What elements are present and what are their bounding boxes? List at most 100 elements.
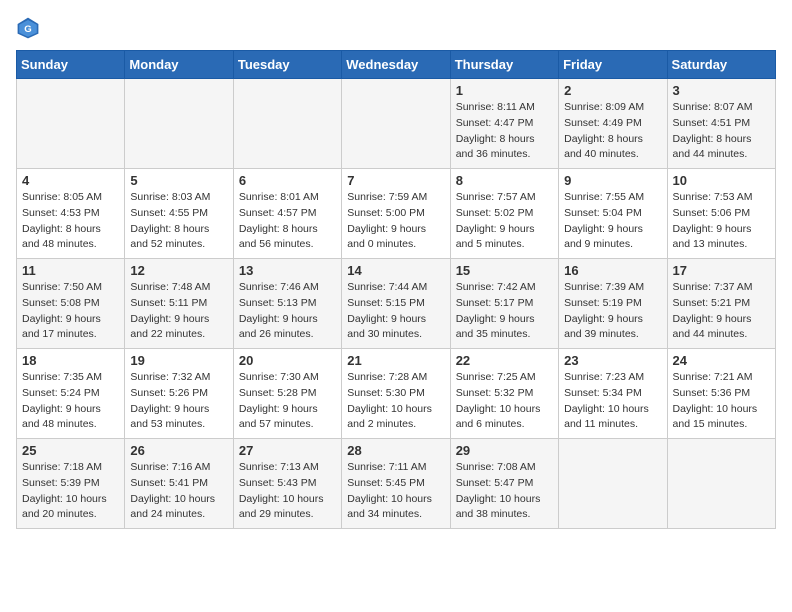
calendar-cell: 22 Sunrise: 7:25 AM Sunset: 5:32 PM Dayli…: [450, 349, 558, 439]
day-number: 20: [239, 353, 336, 368]
calendar-header: SundayMondayTuesdayWednesdayThursdayFrid…: [17, 51, 776, 79]
day-info: Sunrise: 7:57 AM Sunset: 5:02 PM Dayligh…: [456, 190, 553, 253]
calendar-cell: 19 Sunrise: 7:32 AM Sunset: 5:26 PM Dayli…: [125, 349, 233, 439]
calendar-table: SundayMondayTuesdayWednesdayThursdayFrid…: [16, 50, 776, 529]
day-info: Sunrise: 7:42 AM Sunset: 5:17 PM Dayligh…: [456, 280, 553, 343]
day-number: 16: [564, 263, 661, 278]
day-info: Sunrise: 8:01 AM Sunset: 4:57 PM Dayligh…: [239, 190, 336, 253]
calendar-cell: 5 Sunrise: 8:03 AM Sunset: 4:55 PM Daylig…: [125, 169, 233, 259]
calendar-cell: 20 Sunrise: 7:30 AM Sunset: 5:28 PM Dayli…: [233, 349, 341, 439]
day-number: 26: [130, 443, 227, 458]
weekday-header-saturday: Saturday: [667, 51, 775, 79]
day-number: 27: [239, 443, 336, 458]
calendar-cell: 12Sunrise: 7:48 AM Sunset: 5:11 PM Dayli…: [125, 259, 233, 349]
header: G: [16, 16, 776, 40]
calendar-cell: [667, 439, 775, 529]
day-info: Sunrise: 7:39 AM Sunset: 5:19 PM Dayligh…: [564, 280, 661, 343]
day-number: 14: [347, 263, 444, 278]
svg-text:G: G: [24, 24, 31, 35]
calendar-cell: 29 Sunrise: 7:08 AM Sunset: 5:47 PM Dayli…: [450, 439, 558, 529]
day-info: Sunrise: 8:11 AM Sunset: 4:47 PM Dayligh…: [456, 100, 553, 163]
day-number: 28: [347, 443, 444, 458]
calendar-cell: 8 Sunrise: 7:57 AM Sunset: 5:02 PM Daylig…: [450, 169, 558, 259]
calendar-cell: 17 Sunrise: 7:37 AM Sunset: 5:21 PM Dayli…: [667, 259, 775, 349]
day-info: Sunrise: 7:53 AM Sunset: 5:06 PM Dayligh…: [673, 190, 770, 253]
day-info: Sunrise: 7:23 AM Sunset: 5:34 PM Dayligh…: [564, 370, 661, 433]
day-number: 23: [564, 353, 661, 368]
day-number: 11: [22, 263, 119, 278]
day-info: Sunrise: 7:48 AM Sunset: 5:11 PM Dayligh…: [130, 280, 227, 343]
calendar-body: 1 Sunrise: 8:11 AM Sunset: 4:47 PM Daylig…: [17, 79, 776, 529]
weekday-row: SundayMondayTuesdayWednesdayThursdayFrid…: [17, 51, 776, 79]
calendar-cell: 2 Sunrise: 8:09 AM Sunset: 4:49 PM Daylig…: [559, 79, 667, 169]
day-number: 19: [130, 353, 227, 368]
calendar-cell: 27 Sunrise: 7:13 AM Sunset: 5:43 PM Dayli…: [233, 439, 341, 529]
calendar-cell: 11 Sunrise: 7:50 AM Sunset: 5:08 PM Dayli…: [17, 259, 125, 349]
day-number: 5: [130, 173, 227, 188]
logo: G: [16, 16, 44, 40]
calendar-cell: [559, 439, 667, 529]
calendar-cell: 16 Sunrise: 7:39 AM Sunset: 5:19 PM Dayli…: [559, 259, 667, 349]
day-info: Sunrise: 8:09 AM Sunset: 4:49 PM Dayligh…: [564, 100, 661, 163]
calendar-cell: 7 Sunrise: 7:59 AM Sunset: 5:00 PM Daylig…: [342, 169, 450, 259]
weekday-header-sunday: Sunday: [17, 51, 125, 79]
day-info: Sunrise: 8:05 AM Sunset: 4:53 PM Dayligh…: [22, 190, 119, 253]
day-info: Sunrise: 7:35 AM Sunset: 5:24 PM Dayligh…: [22, 370, 119, 433]
calendar-cell: 18Sunrise: 7:35 AM Sunset: 5:24 PM Dayli…: [17, 349, 125, 439]
day-number: 8: [456, 173, 553, 188]
calendar-cell: 14 Sunrise: 7:44 AM Sunset: 5:15 PM Dayli…: [342, 259, 450, 349]
weekday-header-wednesday: Wednesday: [342, 51, 450, 79]
day-info: Sunrise: 7:32 AM Sunset: 5:26 PM Dayligh…: [130, 370, 227, 433]
calendar-cell: 13Sunrise: 7:46 AM Sunset: 5:13 PM Dayli…: [233, 259, 341, 349]
calendar-cell: 9Sunrise: 7:55 AM Sunset: 5:04 PM Daylig…: [559, 169, 667, 259]
day-info: Sunrise: 7:11 AM Sunset: 5:45 PM Dayligh…: [347, 460, 444, 523]
calendar-week-4: 18Sunrise: 7:35 AM Sunset: 5:24 PM Dayli…: [17, 349, 776, 439]
day-info: Sunrise: 7:30 AM Sunset: 5:28 PM Dayligh…: [239, 370, 336, 433]
calendar-cell: 24 Sunrise: 7:21 AM Sunset: 5:36 PM Dayli…: [667, 349, 775, 439]
calendar-week-5: 25 Sunrise: 7:18 AM Sunset: 5:39 PM Dayli…: [17, 439, 776, 529]
calendar-cell: 26Sunrise: 7:16 AM Sunset: 5:41 PM Dayli…: [125, 439, 233, 529]
day-number: 24: [673, 353, 770, 368]
day-number: 4: [22, 173, 119, 188]
day-number: 3: [673, 83, 770, 98]
weekday-header-friday: Friday: [559, 51, 667, 79]
day-number: 21: [347, 353, 444, 368]
day-info: Sunrise: 8:07 AM Sunset: 4:51 PM Dayligh…: [673, 100, 770, 163]
day-info: Sunrise: 7:44 AM Sunset: 5:15 PM Dayligh…: [347, 280, 444, 343]
calendar-cell: 28 Sunrise: 7:11 AM Sunset: 5:45 PM Dayli…: [342, 439, 450, 529]
day-number: 2: [564, 83, 661, 98]
day-info: Sunrise: 7:59 AM Sunset: 5:00 PM Dayligh…: [347, 190, 444, 253]
day-info: Sunrise: 7:28 AM Sunset: 5:30 PM Dayligh…: [347, 370, 444, 433]
day-number: 22: [456, 353, 553, 368]
calendar-cell: [125, 79, 233, 169]
calendar-cell: [342, 79, 450, 169]
day-info: Sunrise: 7:21 AM Sunset: 5:36 PM Dayligh…: [673, 370, 770, 433]
calendar-cell: 10Sunrise: 7:53 AM Sunset: 5:06 PM Dayli…: [667, 169, 775, 259]
calendar-cell: 6 Sunrise: 8:01 AM Sunset: 4:57 PM Daylig…: [233, 169, 341, 259]
calendar-cell: [17, 79, 125, 169]
weekday-header-thursday: Thursday: [450, 51, 558, 79]
calendar-cell: 1 Sunrise: 8:11 AM Sunset: 4:47 PM Daylig…: [450, 79, 558, 169]
weekday-header-tuesday: Tuesday: [233, 51, 341, 79]
day-info: Sunrise: 7:37 AM Sunset: 5:21 PM Dayligh…: [673, 280, 770, 343]
calendar-cell: 25 Sunrise: 7:18 AM Sunset: 5:39 PM Dayli…: [17, 439, 125, 529]
day-info: Sunrise: 7:50 AM Sunset: 5:08 PM Dayligh…: [22, 280, 119, 343]
calendar-cell: 23 Sunrise: 7:23 AM Sunset: 5:34 PM Dayli…: [559, 349, 667, 439]
calendar-week-1: 1 Sunrise: 8:11 AM Sunset: 4:47 PM Daylig…: [17, 79, 776, 169]
day-number: 1: [456, 83, 553, 98]
calendar-cell: 21 Sunrise: 7:28 AM Sunset: 5:30 PM Dayli…: [342, 349, 450, 439]
day-info: Sunrise: 7:08 AM Sunset: 5:47 PM Dayligh…: [456, 460, 553, 523]
day-number: 17: [673, 263, 770, 278]
day-number: 25: [22, 443, 119, 458]
day-number: 6: [239, 173, 336, 188]
day-number: 13: [239, 263, 336, 278]
day-number: 29: [456, 443, 553, 458]
day-info: Sunrise: 7:18 AM Sunset: 5:39 PM Dayligh…: [22, 460, 119, 523]
calendar-cell: 3 Sunrise: 8:07 AM Sunset: 4:51 PM Daylig…: [667, 79, 775, 169]
day-number: 7: [347, 173, 444, 188]
day-info: Sunrise: 7:25 AM Sunset: 5:32 PM Dayligh…: [456, 370, 553, 433]
day-number: 9: [564, 173, 661, 188]
day-info: Sunrise: 8:03 AM Sunset: 4:55 PM Dayligh…: [130, 190, 227, 253]
logo-icon: G: [16, 16, 40, 40]
day-info: Sunrise: 7:13 AM Sunset: 5:43 PM Dayligh…: [239, 460, 336, 523]
